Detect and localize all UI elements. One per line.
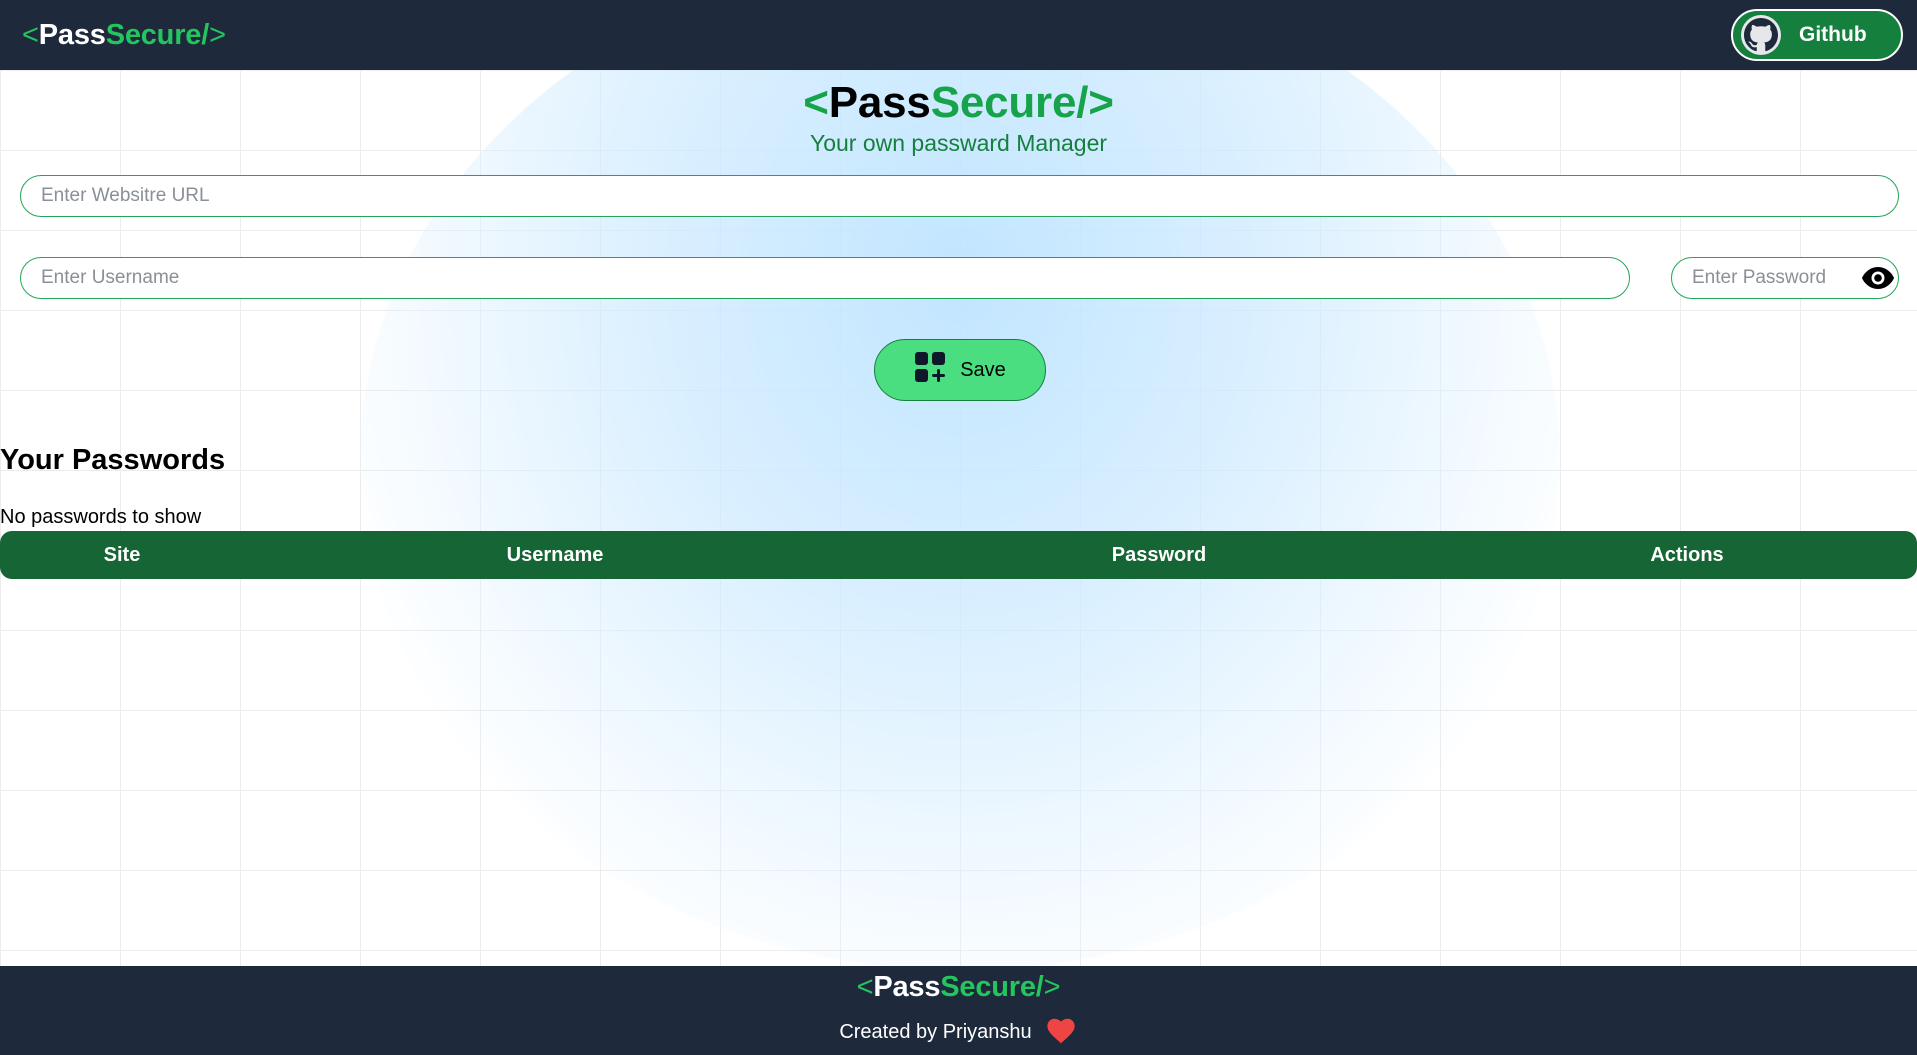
logo-pass: Pass [873, 971, 941, 1003]
main-content: <PassSecure/> Your own passward Manager … [0, 70, 1917, 579]
column-actions: Actions [1650, 544, 1724, 566]
navbar-logo[interactable]: <PassSecure/> [22, 19, 226, 52]
website-url-input[interactable] [20, 175, 1899, 217]
hero: <PassSecure/> Your own passward Manager [0, 78, 1917, 157]
add-grid-icon [914, 351, 946, 389]
column-site: Site [103, 544, 141, 566]
save-button[interactable]: Save [874, 339, 1046, 401]
footer-credit: Created by Priyanshu [0, 1014, 1917, 1050]
logo-secure: Secure/ [105, 18, 210, 51]
logo-secure: Secure/ [930, 78, 1089, 127]
github-button[interactable]: Github [1731, 9, 1903, 61]
passwords-table-header: Site Username Password Actions [0, 531, 1917, 579]
logo-close-bracket: > [209, 18, 226, 51]
credit-text: Created by Priyanshu [839, 1020, 1032, 1043]
logo-close-bracket: > [1088, 78, 1114, 127]
hero-logo: <PassSecure/> [0, 78, 1917, 128]
logo-pass: Pass [828, 78, 931, 127]
logo-open-bracket: < [22, 18, 39, 51]
save-label: Save [960, 358, 1006, 381]
username-input[interactable] [20, 257, 1630, 299]
logo-open-bracket: < [803, 78, 829, 127]
column-password: Password [1111, 544, 1207, 566]
github-label: Github [1799, 23, 1867, 46]
footer: <PassSecure/> Created by Priyanshu [0, 966, 1917, 1055]
column-username: Username [506, 544, 604, 566]
logo-secure: Secure/ [940, 971, 1044, 1003]
eye-icon[interactable] [1861, 266, 1895, 290]
footer-logo: <PassSecure/> [857, 971, 1061, 1004]
logo-close-bracket: > [1043, 971, 1061, 1003]
logo-pass: Pass [38, 18, 106, 51]
password-field [1671, 257, 1899, 299]
github-icon [1741, 15, 1781, 55]
hero-subtitle: Your own passward Manager [809, 130, 1108, 156]
passwords-title: Your Passwords [0, 444, 226, 476]
heart-icon [1044, 1014, 1078, 1050]
empty-message: No passwords to show [0, 506, 202, 528]
logo-open-bracket: < [856, 971, 874, 1003]
navbar: <PassSecure/> Github [0, 0, 1917, 70]
